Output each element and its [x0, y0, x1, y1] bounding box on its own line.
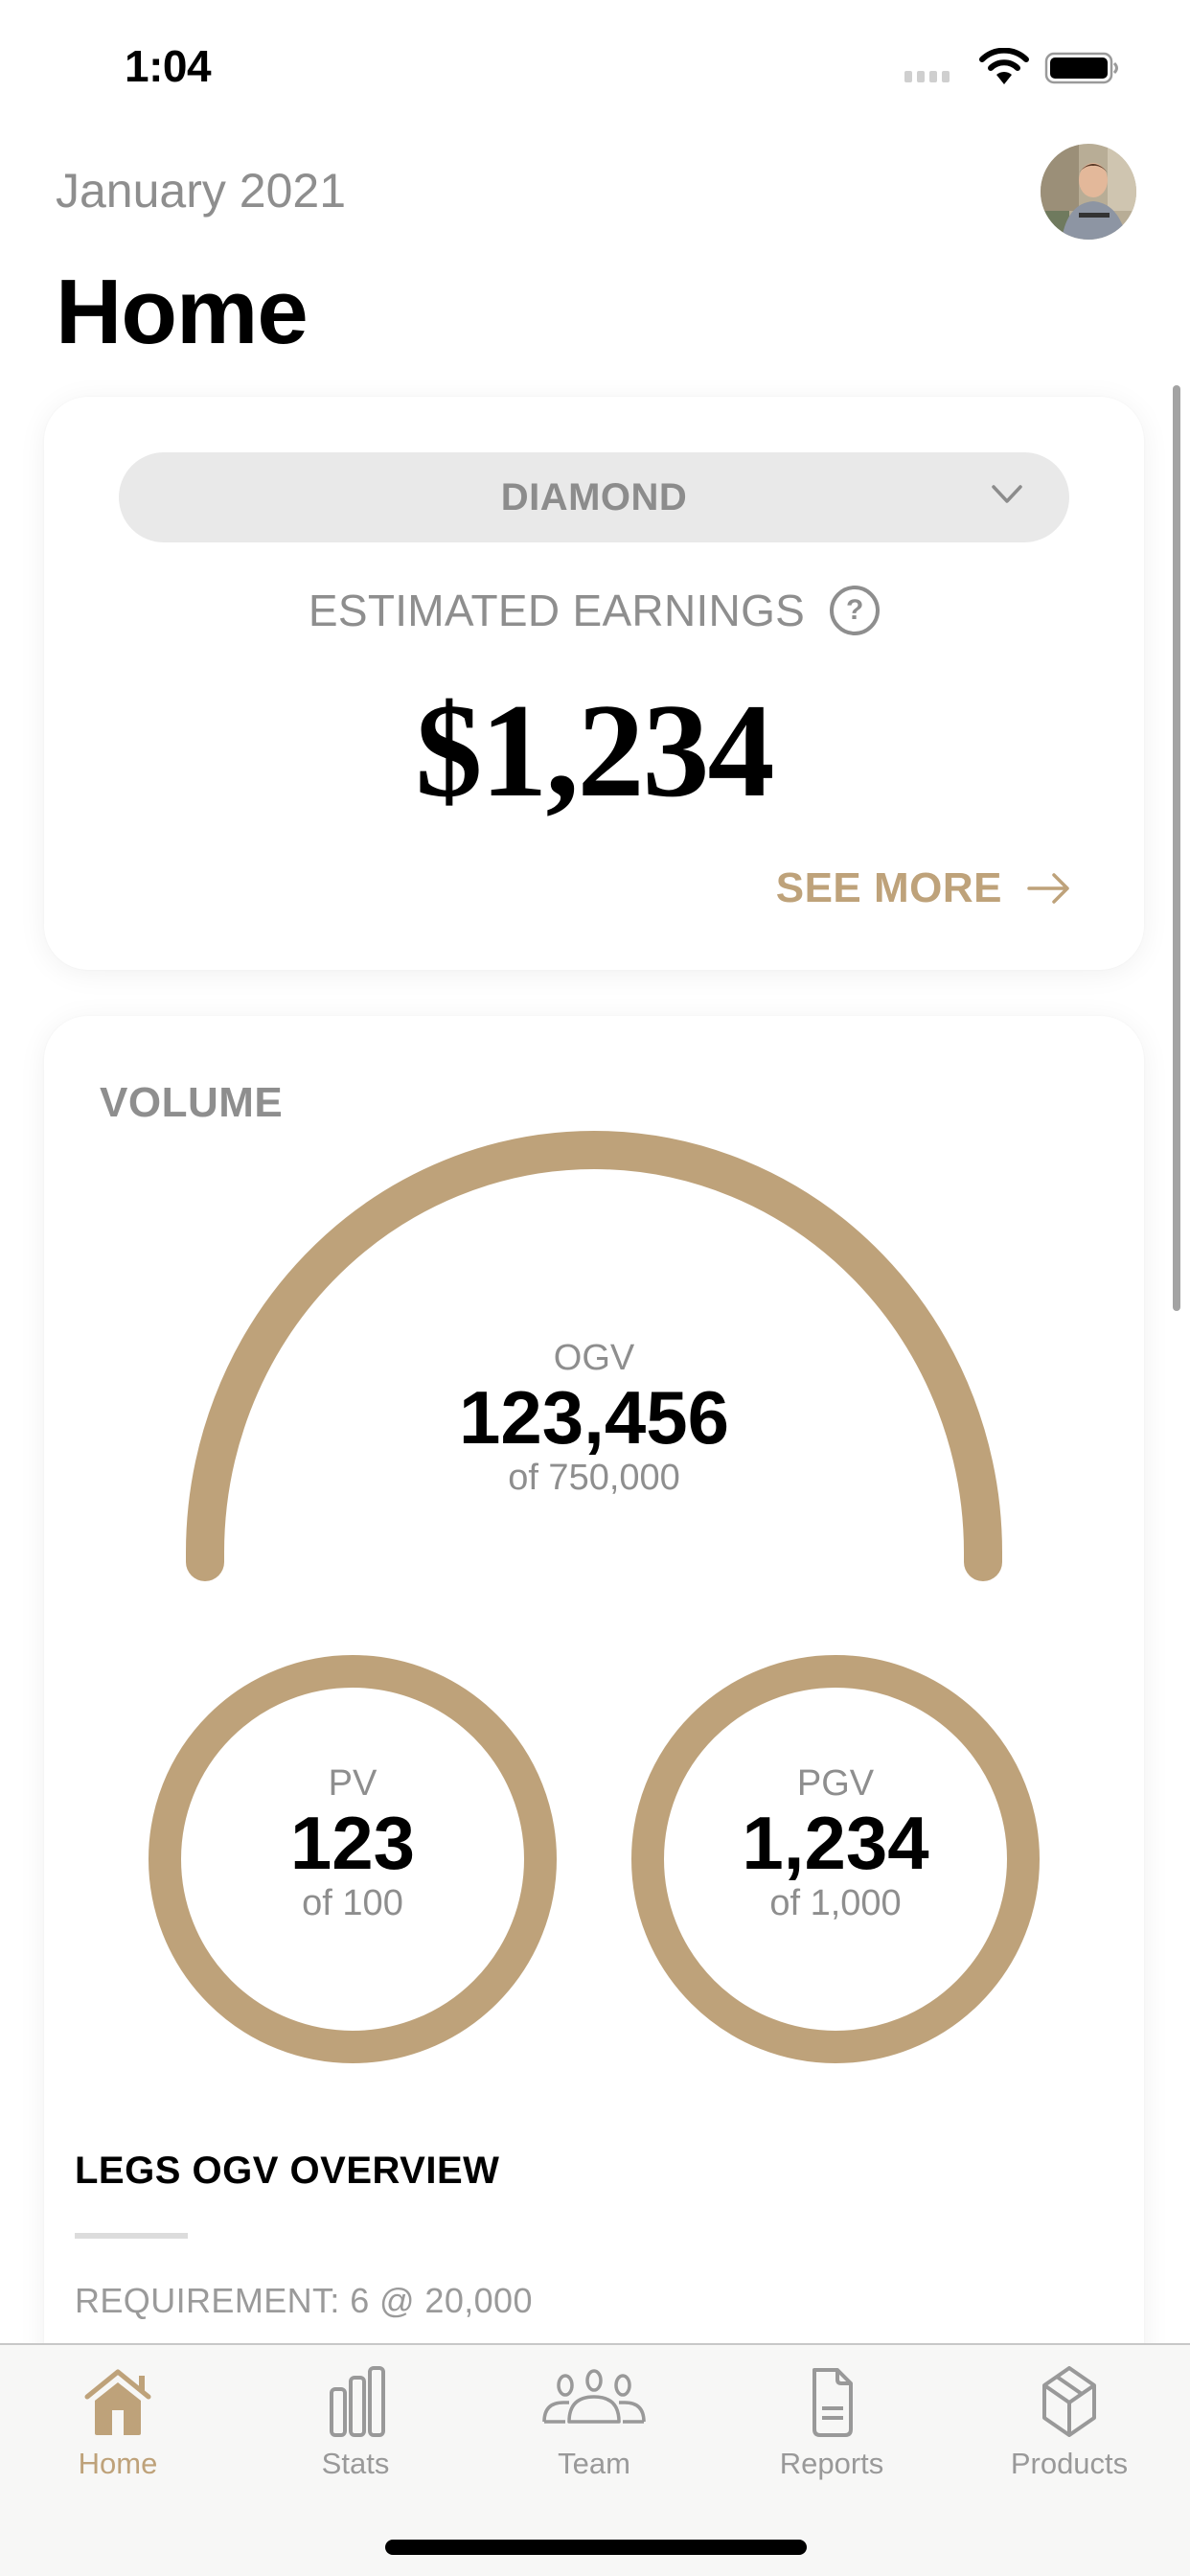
tab-stats-label: Stats — [321, 2447, 390, 2480]
gauges — [149, 1131, 1040, 2063]
legs-overview-title: LEGS OGV OVERVIEW — [75, 2150, 500, 2192]
volume-card: VOLUME OGV 123,456 of 750,000 PV 123 of … — [44, 1016, 1144, 2453]
earnings-card: DIAMOND ESTIMATED EARNINGS ? $1,234 SEE … — [44, 397, 1144, 970]
tab-reports[interactable]: Reports — [736, 2366, 927, 2481]
tab-products-label: Products — [1010, 2447, 1129, 2480]
rank-selector-value: DIAMOND — [500, 475, 688, 518]
document-icon — [812, 2368, 853, 2437]
tab-reports-label: Reports — [779, 2447, 884, 2480]
tab-home-label: Home — [78, 2447, 158, 2480]
pgv-gauge: PGV 1,234 of 1,000 — [644, 1763, 1027, 1924]
chevron-down-icon — [992, 485, 1022, 503]
tab-stats[interactable]: Stats — [260, 2366, 451, 2481]
ogv-gauge: OGV 123,456 of 750,000 — [402, 1338, 786, 1499]
battery-icon — [1044, 52, 1118, 84]
pv-value: 123 — [289, 1801, 416, 1885]
box-icon — [1042, 2366, 1096, 2437]
period-label: January 2021 — [56, 164, 347, 218]
user-avatar[interactable] — [1041, 144, 1136, 240]
legs-divider — [75, 2233, 188, 2239]
team-icon — [542, 2369, 646, 2424]
legs-requirement: REQUIREMENT: 6 @ 20,000 — [75, 2281, 533, 2320]
pv-label: PV — [328, 1763, 378, 1804]
home-icon — [84, 2369, 151, 2435]
tab-team-label: Team — [558, 2447, 630, 2480]
tab-team[interactable]: Team — [498, 2366, 690, 2481]
home-indicator — [385, 2540, 807, 2555]
page-title: Home — [56, 261, 309, 363]
status-bar: 1:04 — [0, 0, 1190, 115]
pgv-label: PGV — [796, 1763, 875, 1804]
tab-home[interactable]: Home — [22, 2366, 214, 2481]
pgv-value: 1,234 — [742, 1801, 929, 1885]
rank-selector[interactable]: DIAMOND — [119, 452, 1069, 542]
arrow-right-icon — [1027, 873, 1069, 904]
earnings-label: ESTIMATED EARNINGS — [308, 586, 806, 635]
see-more-label: SEE MORE — [775, 864, 1002, 911]
pv-target: of 100 — [302, 1882, 403, 1923]
ogv-label: OGV — [553, 1338, 635, 1378]
status-time: 1:04 — [125, 41, 212, 91]
help-icon[interactable]: ? — [830, 586, 881, 635]
bar-chart-icon — [330, 2366, 385, 2437]
tab-products[interactable]: Products — [973, 2366, 1165, 2481]
earnings-value: $1,234 — [415, 677, 775, 825]
scrollbar[interactable] — [1173, 385, 1180, 1311]
cellular-signal-icon — [904, 71, 950, 82]
ogv-value: 123,456 — [459, 1375, 729, 1460]
earnings-label-row: ESTIMATED EARNINGS ? — [44, 585, 1144, 636]
see-more-button[interactable]: SEE MORE — [776, 864, 1071, 912]
pv-gauge: PV 123 of 100 — [161, 1763, 544, 1924]
pgv-target: of 1,000 — [769, 1882, 902, 1923]
wifi-icon — [979, 48, 1029, 84]
ogv-target: of 750,000 — [508, 1457, 680, 1498]
